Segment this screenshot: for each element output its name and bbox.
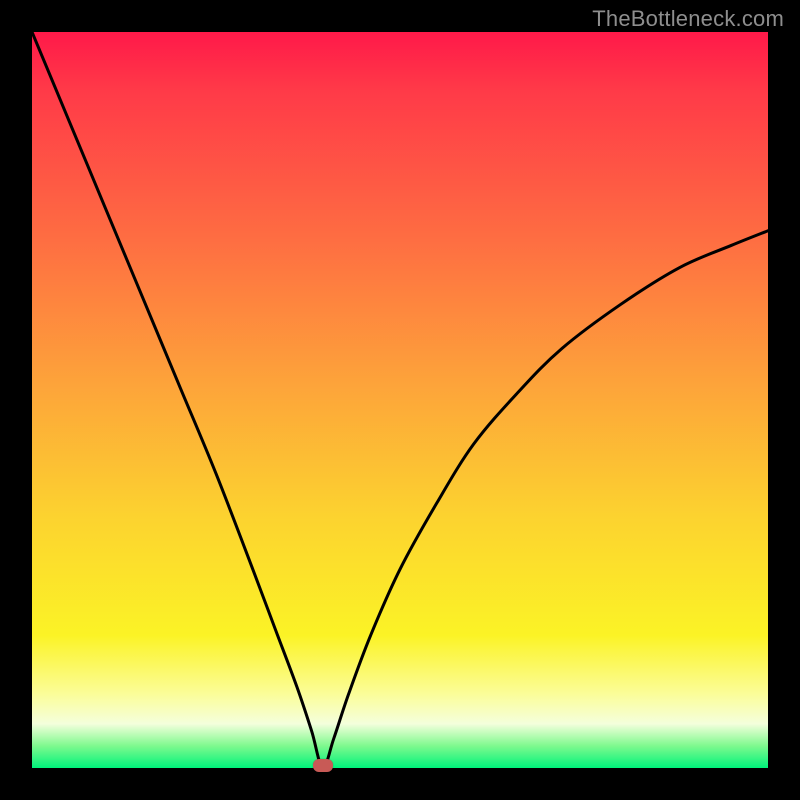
chart-frame: TheBottleneck.com	[0, 0, 800, 800]
optimal-marker	[313, 759, 333, 772]
bottleneck-curve	[32, 32, 768, 768]
plot-area	[32, 32, 768, 768]
watermark-text: TheBottleneck.com	[592, 6, 784, 32]
